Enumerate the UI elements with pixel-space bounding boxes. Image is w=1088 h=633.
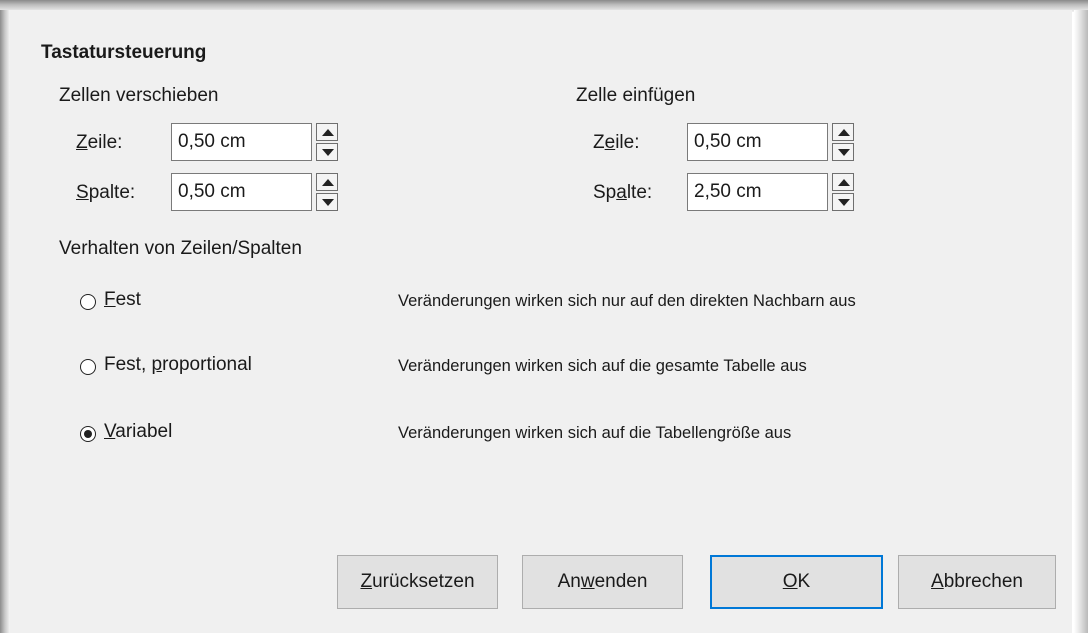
apply-button[interactable]: An w enden: [522, 555, 683, 609]
move-column-increment-button[interactable]: [316, 173, 338, 191]
window-shadow-right: [1074, 10, 1088, 633]
move-row-spinbox: [171, 123, 358, 161]
move-row-decrement-button[interactable]: [316, 143, 338, 161]
behavior-title: Verhalten von Zeilen/Spalten: [59, 238, 302, 259]
move-row-label: Zeile:: [76, 132, 123, 153]
option-fixed-description: Veränderungen wirken sich nur auf den di…: [398, 292, 856, 310]
insert-row-decrement-button[interactable]: [832, 143, 854, 161]
option-fixed-proportional-label: Fest, proportional: [104, 354, 252, 375]
reset-button[interactable]: Zurücksetzen: [337, 555, 498, 609]
arrow-down-icon: [322, 199, 334, 206]
option-fixed-proportional-description: Veränderungen wirken sich auf die gesamt…: [398, 357, 807, 375]
arrow-up-icon: [322, 179, 334, 186]
move-column-label: Spalte:: [76, 182, 136, 203]
move-column-spinbox: [171, 173, 358, 211]
arrow-up-icon: [838, 179, 850, 186]
arrow-down-icon: [322, 149, 334, 156]
insert-column-label: Spalte:: [593, 182, 653, 203]
radio-variable[interactable]: [80, 426, 96, 442]
window-shadow-left: [0, 10, 10, 633]
arrow-down-icon: [838, 199, 850, 206]
arrow-down-icon: [838, 149, 850, 156]
arrow-up-icon: [838, 129, 850, 136]
radio-fixed-proportional[interactable]: [80, 359, 96, 375]
insert-row-input[interactable]: [687, 123, 828, 161]
insert-row-increment-button[interactable]: [832, 123, 854, 141]
insert-cell-title: Zelle einfügen: [576, 85, 696, 106]
arrow-up-icon: [322, 129, 334, 136]
insert-row-label: Zeile:: [593, 132, 640, 153]
cancel-button[interactable]: Abbrechen: [898, 555, 1056, 609]
option-variable-label: Variabel: [104, 421, 173, 442]
move-row-input[interactable]: [171, 123, 312, 161]
option-variable-description: Veränderungen wirken sich auf die Tabell…: [398, 424, 792, 442]
move-column-decrement-button[interactable]: [316, 193, 338, 211]
section-title: Tastatursteuerung: [41, 42, 207, 63]
move-cells-title: Zellen verschieben: [59, 85, 219, 106]
move-column-input[interactable]: [171, 173, 312, 211]
ok-button[interactable]: OK: [710, 555, 883, 609]
insert-column-increment-button[interactable]: [832, 173, 854, 191]
move-row-increment-button[interactable]: [316, 123, 338, 141]
insert-column-decrement-button[interactable]: [832, 193, 854, 211]
radio-fixed[interactable]: [80, 294, 96, 310]
option-fixed-label: Fest: [104, 289, 141, 310]
insert-row-spinbox: [687, 123, 874, 161]
insert-column-input[interactable]: [687, 173, 828, 211]
options-dialog: Tastatursteuerung Zellen verschieben Zei…: [10, 10, 1072, 633]
insert-column-spinbox: [687, 173, 874, 211]
